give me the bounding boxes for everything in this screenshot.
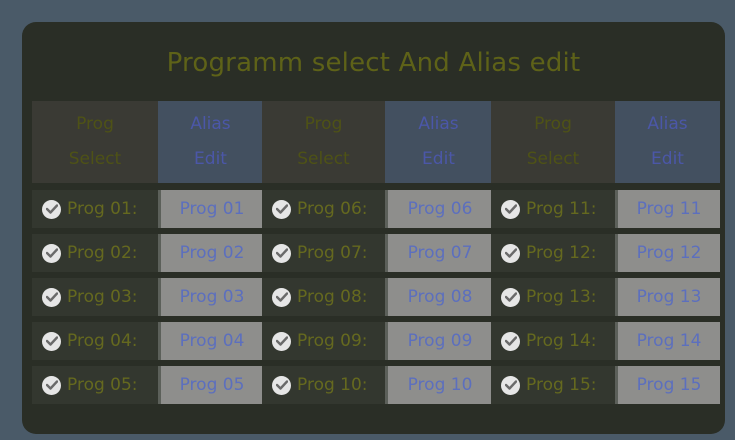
prog-select-checkbox[interactable]: Prog 05: <box>32 366 158 404</box>
prog-select-label: Prog 06: <box>297 199 368 219</box>
prog-select-checkbox[interactable]: Prog 06: <box>262 190 385 228</box>
prog-select-label: Prog 01: <box>67 199 138 219</box>
check-icon <box>272 243 291 263</box>
prog-select-checkbox[interactable]: Prog 10: <box>262 366 385 404</box>
prog-select-checkbox[interactable]: Prog 11: <box>491 190 615 228</box>
check-icon <box>272 287 291 307</box>
alias-edit-field[interactable]: Prog 02 <box>158 234 263 272</box>
header-alias-edit: Alias Edit <box>385 101 492 183</box>
header-alias-edit: Alias Edit <box>615 101 720 183</box>
alias-edit-field[interactable]: Prog 01 <box>158 190 263 228</box>
header-prog-select-line2: Select <box>526 149 580 169</box>
prog-select-checkbox[interactable]: Prog 01: <box>32 190 158 228</box>
header-prog-select-line2: Select <box>68 149 122 169</box>
alias-edit-field[interactable]: Prog 06 <box>385 190 492 228</box>
alias-edit-field[interactable]: Prog 11 <box>615 190 720 228</box>
prog-select-label: Prog 07: <box>297 243 368 263</box>
prog-select-label: Prog 15: <box>526 375 597 395</box>
alias-edit-field[interactable]: Prog 03 <box>158 278 263 316</box>
prog-select-checkbox[interactable]: Prog 07: <box>262 234 385 272</box>
alias-edit-field[interactable]: Prog 07 <box>385 234 492 272</box>
prog-select-label: Prog 13: <box>526 287 597 307</box>
alias-edit-field[interactable]: Prog 09 <box>385 322 492 360</box>
alias-edit-field[interactable]: Prog 15 <box>615 366 720 404</box>
prog-select-checkbox[interactable]: Prog 09: <box>262 322 385 360</box>
alias-edit-field[interactable]: Prog 08 <box>385 278 492 316</box>
check-icon <box>272 331 291 351</box>
header-prog-select-line1: Prog <box>534 114 572 134</box>
prog-select-checkbox[interactable]: Prog 08: <box>262 278 385 316</box>
header-alias-edit: Alias Edit <box>158 101 263 183</box>
header-alias-edit-line1: Alias <box>418 114 459 134</box>
header-alias-edit-line2: Edit <box>422 149 455 169</box>
prog-select-label: Prog 03: <box>67 287 138 307</box>
prog-select-label: Prog 10: <box>297 375 368 395</box>
alias-edit-field[interactable]: Prog 04 <box>158 322 263 360</box>
check-icon <box>42 287 61 307</box>
check-icon <box>42 331 61 351</box>
header-alias-edit-line1: Alias <box>190 114 231 134</box>
check-icon <box>272 199 291 219</box>
program-select-panel: Programm select And Alias edit Prog Selec… <box>22 22 725 434</box>
page-title: Programm select And Alias edit <box>166 48 581 78</box>
alias-edit-field[interactable]: Prog 13 <box>615 278 720 316</box>
prog-select-label: Prog 14: <box>526 331 597 351</box>
alias-edit-field[interactable]: Prog 14 <box>615 322 720 360</box>
prog-select-label: Prog 11: <box>526 199 597 219</box>
alias-edit-field[interactable]: Prog 10 <box>385 366 492 404</box>
check-icon <box>272 375 291 395</box>
prog-select-checkbox[interactable]: Prog 04: <box>32 322 158 360</box>
prog-select-label: Prog 12: <box>526 243 597 263</box>
prog-select-label: Prog 08: <box>297 287 368 307</box>
check-icon <box>501 199 520 219</box>
window-background: Programm select And Alias edit Prog Selec… <box>0 0 735 440</box>
check-icon <box>501 331 520 351</box>
header-alias-edit-line2: Edit <box>194 149 227 169</box>
alias-edit-field[interactable]: Prog 12 <box>615 234 720 272</box>
header-prog-select-line1: Prog <box>76 114 114 134</box>
prog-select-checkbox[interactable]: Prog 15: <box>491 366 615 404</box>
prog-select-label: Prog 04: <box>67 331 138 351</box>
prog-select-label: Prog 02: <box>67 243 138 263</box>
alias-edit-field[interactable]: Prog 05 <box>158 366 263 404</box>
header-prog-select-line1: Prog <box>304 114 343 134</box>
header-prog-select: Prog Select <box>491 101 615 183</box>
check-icon <box>501 287 520 307</box>
header-alias-edit-line2: Edit <box>651 149 684 169</box>
prog-select-checkbox[interactable]: Prog 12: <box>491 234 615 272</box>
header-prog-select: Prog Select <box>262 101 385 183</box>
header-alias-edit-line1: Alias <box>647 114 688 134</box>
prog-select-checkbox[interactable]: Prog 13: <box>491 278 615 316</box>
check-icon <box>42 375 61 395</box>
prog-select-label: Prog 05: <box>67 375 138 395</box>
prog-select-checkbox[interactable]: Prog 02: <box>32 234 158 272</box>
prog-select-checkbox[interactable]: Prog 14: <box>491 322 615 360</box>
prog-select-checkbox[interactable]: Prog 03: <box>32 278 158 316</box>
check-icon <box>42 199 61 219</box>
header-prog-select-line2: Select <box>297 149 350 169</box>
prog-select-label: Prog 09: <box>297 331 368 351</box>
header-prog-select: Prog Select <box>32 101 158 183</box>
check-icon <box>42 243 61 263</box>
check-icon <box>501 375 520 395</box>
check-icon <box>501 243 520 263</box>
